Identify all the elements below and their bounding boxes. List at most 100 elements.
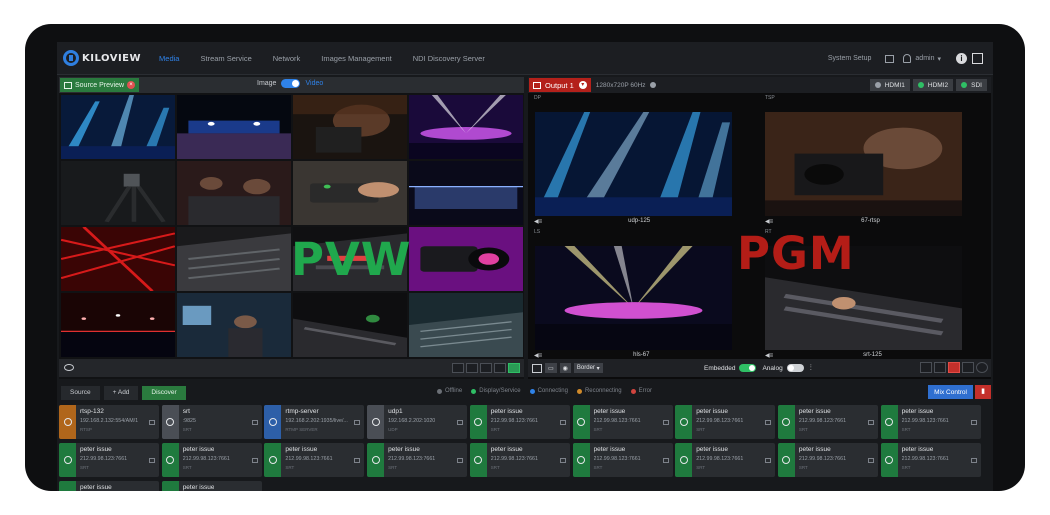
preview-tile[interactable] bbox=[409, 95, 523, 159]
source-card[interactable]: peter issue 212.99.98.123:7661 SRT bbox=[572, 443, 673, 477]
port-sdi[interactable]: SDI bbox=[956, 79, 987, 91]
monitor-icon[interactable] bbox=[867, 420, 874, 425]
source-button[interactable]: Source bbox=[61, 385, 100, 400]
source-card[interactable]: peter issue 212.99.98.123:7661 SRT bbox=[675, 405, 776, 439]
eye-button[interactable]: ◉ bbox=[559, 363, 571, 373]
nav-item-images-management[interactable]: Images Management bbox=[321, 54, 391, 63]
source-card[interactable]: peter issue 212.99.98.123:7661 SRT bbox=[880, 405, 981, 439]
nav-item-stream-service[interactable]: Stream Service bbox=[200, 54, 251, 63]
output-tile[interactable] bbox=[765, 112, 962, 216]
source-card[interactable]: peter issue bbox=[59, 481, 159, 491]
source-card[interactable]: peter issue 212.99.98.123:7661 SRT bbox=[367, 443, 468, 477]
trash-icon[interactable]: ▮ bbox=[975, 385, 991, 399]
border-button[interactable]: Border ▾ bbox=[573, 363, 603, 373]
screen-icon[interactable] bbox=[885, 54, 895, 63]
layout-4x4-icon[interactable] bbox=[508, 363, 520, 373]
monitor-icon[interactable] bbox=[765, 458, 772, 463]
monitor-icon[interactable] bbox=[149, 458, 155, 463]
source-card[interactable]: peter issue 212.99.98.123:7661 SRT bbox=[880, 443, 981, 477]
source-card[interactable]: peter issue 212.99.98.123:7661 SRT bbox=[264, 443, 365, 477]
layout-2x2-icon[interactable] bbox=[962, 362, 974, 373]
mix-control-button[interactable]: Mix Control bbox=[928, 385, 973, 399]
user-menu[interactable]: admin bbox=[915, 55, 934, 62]
analog-switch[interactable] bbox=[786, 364, 804, 372]
layout-3x3-icon[interactable] bbox=[934, 362, 946, 373]
monitor-icon[interactable] bbox=[354, 458, 361, 463]
image-video-switch[interactable] bbox=[281, 79, 301, 88]
monitor-icon[interactable] bbox=[559, 458, 566, 463]
preview-tile[interactable] bbox=[177, 95, 291, 159]
layout-grid-icon[interactable] bbox=[948, 362, 960, 373]
info-icon[interactable]: i bbox=[956, 53, 967, 64]
preset-button[interactable]: ▭ bbox=[545, 363, 557, 373]
monitor-icon[interactable] bbox=[765, 420, 772, 425]
speaker-icon[interactable]: ◀≡ bbox=[534, 352, 542, 359]
monitor-icon[interactable] bbox=[457, 458, 464, 463]
discover-button[interactable]: Discover bbox=[142, 385, 186, 400]
monitor-icon[interactable] bbox=[970, 458, 977, 463]
preview-tile[interactable] bbox=[61, 95, 175, 159]
layout-2x2-icon[interactable] bbox=[480, 363, 492, 373]
mixer-icon[interactable]: ⫶ bbox=[810, 363, 812, 373]
preview-tile[interactable] bbox=[409, 227, 523, 291]
source-card[interactable]: peter issue bbox=[161, 481, 262, 491]
monitor-icon[interactable] bbox=[457, 420, 464, 425]
source-card[interactable]: peter issue 212.99.98.123:7661 SRT bbox=[59, 443, 159, 477]
monitor-icon[interactable] bbox=[149, 420, 155, 425]
source-card[interactable]: peter issue 212.99.98.123:7661 SRT bbox=[572, 405, 673, 439]
speaker-icon[interactable]: ◀≡ bbox=[534, 218, 542, 225]
image-icon[interactable] bbox=[532, 363, 542, 373]
monitor-icon[interactable] bbox=[559, 420, 566, 425]
nav-item-network[interactable]: Network bbox=[273, 54, 301, 63]
source-card[interactable]: peter issue 212.99.98.123:7661 SRT bbox=[777, 405, 878, 439]
monitor-icon[interactable] bbox=[662, 420, 669, 425]
add-source-button[interactable]: + Add bbox=[103, 385, 139, 400]
layout-1x1-icon[interactable] bbox=[452, 363, 464, 373]
embedded-switch[interactable] bbox=[739, 364, 757, 372]
minus-icon[interactable] bbox=[976, 362, 988, 373]
preview-tile[interactable] bbox=[409, 161, 523, 225]
speaker-icon[interactable]: ◀≡ bbox=[765, 218, 773, 225]
preview-tile[interactable] bbox=[61, 293, 175, 357]
source-card[interactable]: srt:9825 SRT bbox=[161, 405, 262, 439]
nav-item-media[interactable]: Media bbox=[159, 54, 179, 63]
source-card[interactable]: rtmp-server 192.168.2.202:1935/live/... RT… bbox=[264, 405, 365, 439]
port-hdmi2[interactable]: HDMI2 bbox=[912, 79, 954, 91]
port-hdmi1[interactable]: HDMI1 bbox=[869, 79, 910, 91]
output-tile[interactable] bbox=[535, 112, 732, 216]
monitor-icon[interactable] bbox=[867, 458, 874, 463]
source-card[interactable]: peter issue 212.99.98.123:7661 SRT bbox=[161, 443, 262, 477]
preview-tile[interactable] bbox=[177, 227, 291, 291]
monitor-icon[interactable] bbox=[662, 458, 669, 463]
source-preview-button[interactable]: Source Preview × bbox=[60, 78, 140, 92]
output-tile[interactable] bbox=[535, 246, 732, 350]
eye-icon[interactable] bbox=[64, 364, 74, 371]
monitor-icon[interactable] bbox=[251, 458, 258, 463]
source-card[interactable]: peter issue 212.99.98.123:7661 SRT bbox=[469, 443, 570, 477]
output-select-button[interactable]: Output 1 ▾ bbox=[529, 78, 591, 92]
monitor-icon[interactable] bbox=[251, 420, 258, 425]
preview-tile[interactable] bbox=[177, 161, 291, 225]
preview-tile[interactable] bbox=[177, 293, 291, 357]
fullscreen-icon[interactable] bbox=[972, 53, 983, 64]
nav-item-ndi-discovery-server[interactable]: NDI Discovery Server bbox=[413, 54, 485, 63]
preview-tile[interactable] bbox=[61, 161, 175, 225]
preview-tile[interactable] bbox=[409, 293, 523, 357]
source-card[interactable]: udp1 192.168.2.202:1020 UDP bbox=[367, 405, 468, 439]
settings-icon[interactable] bbox=[649, 82, 656, 88]
source-card[interactable]: peter issue 212.99.98.123:7661 SRT bbox=[469, 405, 570, 439]
close-icon[interactable]: × bbox=[127, 81, 136, 89]
source-card[interactable]: rtsp-132 192.168.2.132:554/AM/1 RTSP bbox=[59, 405, 159, 439]
chevron-down-icon[interactable]: ▾ bbox=[937, 55, 941, 63]
layout-1x2-icon[interactable] bbox=[466, 363, 478, 373]
source-card[interactable]: peter issue 212.99.98.123:7661 SRT bbox=[675, 443, 776, 477]
preview-tile[interactable] bbox=[61, 227, 175, 291]
preview-tile[interactable] bbox=[293, 161, 407, 225]
system-setup-link[interactable]: System Setup bbox=[828, 55, 872, 62]
speaker-icon[interactable]: ◀≡ bbox=[765, 352, 773, 359]
source-card[interactable]: peter issue 212.99.98.123:7661 SRT bbox=[777, 443, 878, 477]
preview-tile[interactable] bbox=[293, 95, 407, 159]
monitor-icon[interactable] bbox=[354, 420, 361, 425]
preview-tile[interactable] bbox=[293, 293, 407, 357]
layout-3x3-icon[interactable] bbox=[494, 363, 506, 373]
